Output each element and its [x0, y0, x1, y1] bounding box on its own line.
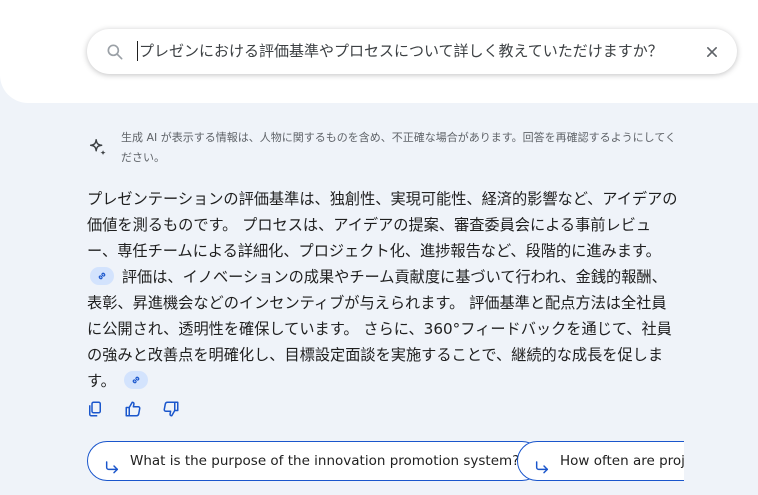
search-bar[interactable]: [87, 29, 737, 74]
link-icon: [132, 376, 140, 384]
link-icon: [98, 272, 106, 280]
source-link-chip[interactable]: [123, 371, 148, 389]
close-icon[interactable]: [702, 42, 722, 62]
search-icon: [105, 42, 125, 62]
ai-answer: プレゼンテーションの評価基準は、独創性、実現可能性、経済的影響など、アイデアの価…: [87, 186, 679, 394]
thumbs-down-icon[interactable]: [162, 400, 180, 418]
text-caret: [137, 41, 138, 61]
ai-disclaimer: 生成 AI が表示する情報は、人物に関するものを含め、不正確な場合があります。回…: [121, 131, 676, 164]
thumbs-up-icon[interactable]: [124, 400, 142, 418]
copy-icon[interactable]: [86, 400, 104, 418]
follow-up-suggestions: What is the purpose of the innovation pr…: [87, 441, 684, 481]
follow-up-chip[interactable]: How often are projec: [517, 441, 684, 481]
source-link-chip[interactable]: [90, 267, 114, 285]
follow-up-label: What is the purpose of the innovation pr…: [130, 453, 520, 469]
follow-up-chip[interactable]: What is the purpose of the innovation pr…: [87, 441, 543, 481]
reply-arrow-icon: [104, 453, 120, 474]
search-input[interactable]: [139, 29, 694, 74]
sparkle-icon: [87, 137, 109, 159]
follow-up-label: How often are projec: [560, 453, 684, 469]
answer-text-part2: 評価は、イノベーションの成果やチーム貢献度に基づいて行われ、金銭的報酬、表彰、昇…: [87, 268, 672, 390]
reply-arrow-icon: [534, 453, 550, 474]
answer-text-part1: プレゼンテーションの評価基準は、独創性、実現可能性、経済的影響など、アイデアの価…: [87, 190, 678, 260]
